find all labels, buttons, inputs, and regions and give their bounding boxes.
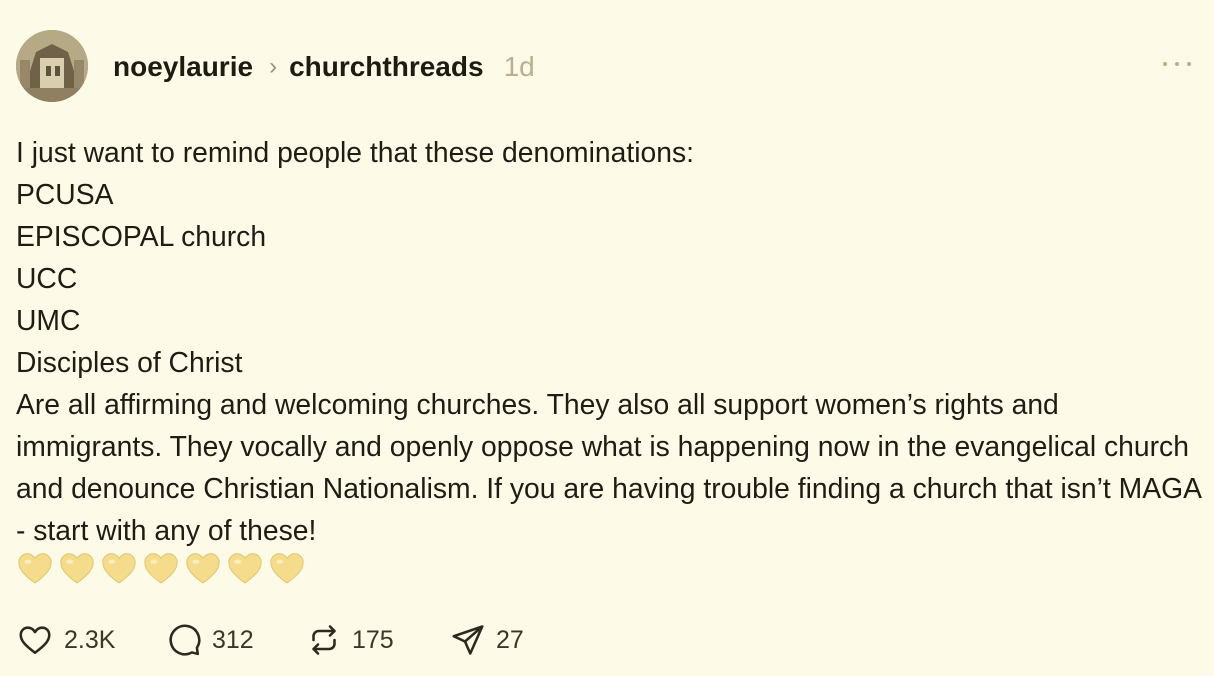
comment-icon [169, 624, 201, 656]
heart-icon [19, 626, 51, 655]
post-line: Disciples of Christ [16, 346, 243, 378]
send-icon [452, 625, 484, 655]
reply-button[interactable]: 312 [166, 620, 254, 660]
heart-emoji-row [16, 549, 310, 591]
post-line: UCC [16, 262, 78, 294]
post-body: I just want to remind people that these … [16, 131, 1201, 551]
share-button[interactable]: 27 [450, 620, 524, 660]
yellow-heart-icon [18, 553, 52, 584]
yellow-heart-icon [102, 553, 136, 584]
post-line: PCUSA [16, 178, 114, 210]
chevron-right-icon: › [269, 53, 278, 80]
post-meta: noeylaurie › churchthreads 1d [113, 49, 535, 85]
post-line: I just want to remind people that these … [16, 136, 694, 168]
thread-post: noeylaurie › churchthreads 1d I just want t… [0, 0, 1214, 676]
repost-count: 175 [352, 625, 394, 654]
yellow-heart-icon [186, 553, 220, 584]
community-link[interactable]: churchthreads [289, 51, 484, 82]
username-link[interactable]: noeylaurie [113, 51, 253, 82]
post-timestamp: 1d [503, 51, 535, 82]
reply-count: 312 [212, 625, 254, 654]
repost-button[interactable]: 175 [306, 620, 394, 660]
repost-icon [312, 625, 336, 655]
avatar[interactable] [16, 30, 88, 102]
yellow-heart-icon [60, 553, 94, 584]
more-options-icon[interactable] [1162, 54, 1192, 74]
like-count: 2.3K [64, 625, 116, 654]
post-line: EPISCOPAL church [16, 220, 267, 252]
like-button[interactable]: 2.3K [16, 620, 115, 660]
yellow-heart-icon [228, 553, 262, 584]
yellow-heart-icon [270, 553, 304, 584]
post-paragraph: Are all affirming and welcoming churches… [16, 388, 1201, 546]
yellow-heart-icon [144, 553, 178, 584]
post-header: noeylaurie › churchthreads 1d [16, 30, 1198, 102]
post-line: UMC [16, 304, 81, 336]
share-count: 27 [496, 625, 524, 654]
